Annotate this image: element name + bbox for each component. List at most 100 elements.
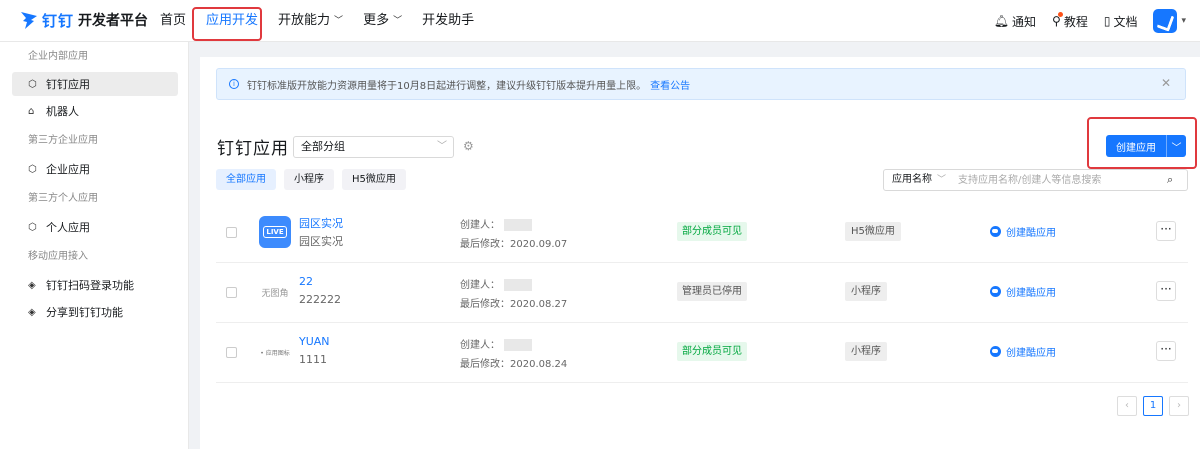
main-content: i 钉钉标准版开放能力资源用量将于10月8日起进行调整，建议升级钉钉版本提升用量… [200,57,1200,449]
type-badge: H5微应用 [845,222,901,241]
app-name-link[interactable]: 22 [299,275,313,288]
creator: 创建人： [460,216,532,231]
app-icon: • 应用图标 [260,349,290,357]
diamond-icon: ◈ [28,279,36,291]
sidebar-item-personal-apps[interactable]: ⬡ 个人应用 [12,215,178,239]
table-row: LIVE 园区实况 园区实况 创建人： 最后修改：2020.09.07 部分成员… [216,203,1188,263]
more-actions-button[interactable]: ··· [1156,341,1176,361]
chevron-down-icon: ﹀ [437,141,447,152]
sidebar: 企业内部应用 ⬡ 钉钉应用 ⌂ 机器人 第三方企业应用 ⬡ 企业应用 第三方个人应用 … [0,42,189,449]
cube-icon: ⬡ [28,78,37,90]
row-checkbox[interactable] [226,227,237,238]
tutorial-link[interactable]: ⚲ 教程 [1052,11,1088,30]
search-field-select[interactable]: 应用名称 ﹀ [883,169,951,191]
top-navbar: 钉钉 开发者平台 首页 应用开发 开放能力 ﹀ 更多 ﹀ 开发助手 🔔︎ 通知 ⚲ 教程… [0,0,1200,42]
table-row: • 应用图标 YUAN 1111 创建人： 最后修改：2020.08.24 部分… [216,323,1188,383]
book-icon: ▯ [1103,14,1111,28]
cool-app-icon [990,286,1001,297]
creator: 创建人： [460,336,532,351]
close-icon[interactable]: ✕ [1161,76,1171,90]
logo-text: 钉钉 [42,11,75,30]
sidebar-group-title: 企业内部应用 [28,51,88,62]
cool-app-icon [990,346,1001,357]
status-badge: 管理员已停用 [677,282,747,301]
robot-icon: ⌂ [28,105,35,117]
nav-open-capability[interactable]: 开放能力 ﹀ [268,0,353,42]
page-number[interactable]: 1 [1143,396,1163,416]
last-modified: 最后修改：2020.08.27 [460,299,568,310]
sidebar-group-title: 移动应用接入 [28,251,88,262]
group-select[interactable]: 全部分组 ﹀ [293,136,454,158]
creator: 创建人： [460,276,532,291]
app-icon: 无图角 [261,288,289,299]
app-desc: 1111 [299,353,327,366]
sidebar-item-dingtalk-apps[interactable]: ⬡ 钉钉应用 [12,72,178,96]
next-page-button[interactable]: › [1169,396,1189,416]
type-badge: 小程序 [845,342,887,361]
app-type-tabs: 全部应用 小程序 H5微应用 [216,169,414,190]
more-actions-button[interactable]: ··· [1156,281,1176,301]
diamond-icon: ◈ [28,306,36,318]
tab-mini-program[interactable]: 小程序 [284,169,334,190]
app-desc: 222222 [299,293,341,306]
chevron-down-icon: ﹀ [937,175,947,185]
chevron-down-icon: ﹀ [334,16,344,26]
prev-page-button[interactable]: ‹ [1117,396,1137,416]
last-modified: 最后修改：2020.09.07 [460,239,568,250]
app-name-link[interactable]: 园区实况 [299,215,343,231]
status-badge: 部分成员可见 [677,342,747,361]
nav-home[interactable]: 首页 [150,0,196,42]
tab-h5[interactable]: H5微应用 [342,169,406,190]
app-icon: LIVE [259,216,291,248]
highlight-create-app [1087,117,1197,169]
app-name-link[interactable]: YUAN [299,335,330,348]
type-badge: 小程序 [845,282,887,301]
notification-link[interactable]: 🔔︎ 通知 [994,13,1036,30]
page-title: 钉钉应用 [217,139,289,159]
sidebar-item-qr-login[interactable]: ◈ 钉钉扫码登录功能 [12,273,178,297]
search-input[interactable] [950,169,1188,191]
bell-icon: 🔔︎ [993,14,1010,28]
gear-icon[interactable]: ⚙ [463,139,474,153]
notice-link[interactable]: 查看公告 [650,77,690,92]
sidebar-group-title: 第三方个人应用 [28,193,98,204]
notice-text: 钉钉标准版开放能力资源用量将于10月8日起进行调整，建议升级钉钉版本提升用量上限… [247,80,647,92]
nav-more[interactable]: 更多 ﹀ [353,0,412,42]
redacted-value [504,279,532,291]
redacted-value [504,339,532,351]
docs-link[interactable]: ▯ 文档 [1104,13,1138,30]
create-cool-app-link[interactable]: 创建酷应用 [990,284,1056,299]
sidebar-item-share[interactable]: ◈ 分享到钉钉功能 [12,300,178,324]
cube-icon: ⬡ [28,163,37,175]
cool-app-icon [990,226,1001,237]
cube-icon: ⬡ [28,221,37,233]
info-icon: i [229,79,239,89]
create-cool-app-link[interactable]: 创建酷应用 [990,344,1056,359]
notice-banner: i 钉钉标准版开放能力资源用量将于10月8日起进行调整，建议升级钉钉版本提升用量… [216,68,1186,100]
sidebar-item-enterprise-apps[interactable]: ⬡ 企业应用 [12,157,178,181]
row-checkbox[interactable] [226,347,237,358]
app-desc: 园区实况 [299,235,343,248]
logo[interactable]: 钉钉 开发者平台 [20,9,148,31]
status-badge: 部分成员可见 [677,222,747,241]
table-row: 无图角 22 222222 创建人： 最后修改：2020.08.27 管理员已停… [216,263,1188,323]
unread-dot [1058,11,1064,17]
search-icon[interactable]: ⌕ [1167,173,1173,187]
sidebar-group-title: 第三方企业应用 [28,135,98,146]
avatar[interactable] [1153,9,1178,33]
nav-dev-assistant[interactable]: 开发助手 [412,0,484,42]
tab-all-apps[interactable]: 全部应用 [216,169,276,190]
redacted-value [504,219,532,231]
chevron-down-icon: ﹀ [393,16,403,26]
logo-subtitle: 开发者平台 [78,13,149,29]
create-cool-app-link[interactable]: 创建酷应用 [990,224,1056,239]
more-actions-button[interactable]: ··· [1156,221,1176,241]
dingtalk-logo-icon [21,12,37,29]
chevron-down-icon[interactable]: ▾ [1181,16,1186,26]
last-modified: 最后修改：2020.08.24 [460,359,568,370]
pagination: ‹ 1 › [1111,396,1189,416]
sidebar-item-robot[interactable]: ⌂ 机器人 [12,99,178,123]
header-actions: 🔔︎ 通知 ⚲ 教程 ▯ 文档 ▾ [994,0,1200,42]
row-checkbox[interactable] [226,287,237,298]
highlight-app-dev [192,7,262,41]
